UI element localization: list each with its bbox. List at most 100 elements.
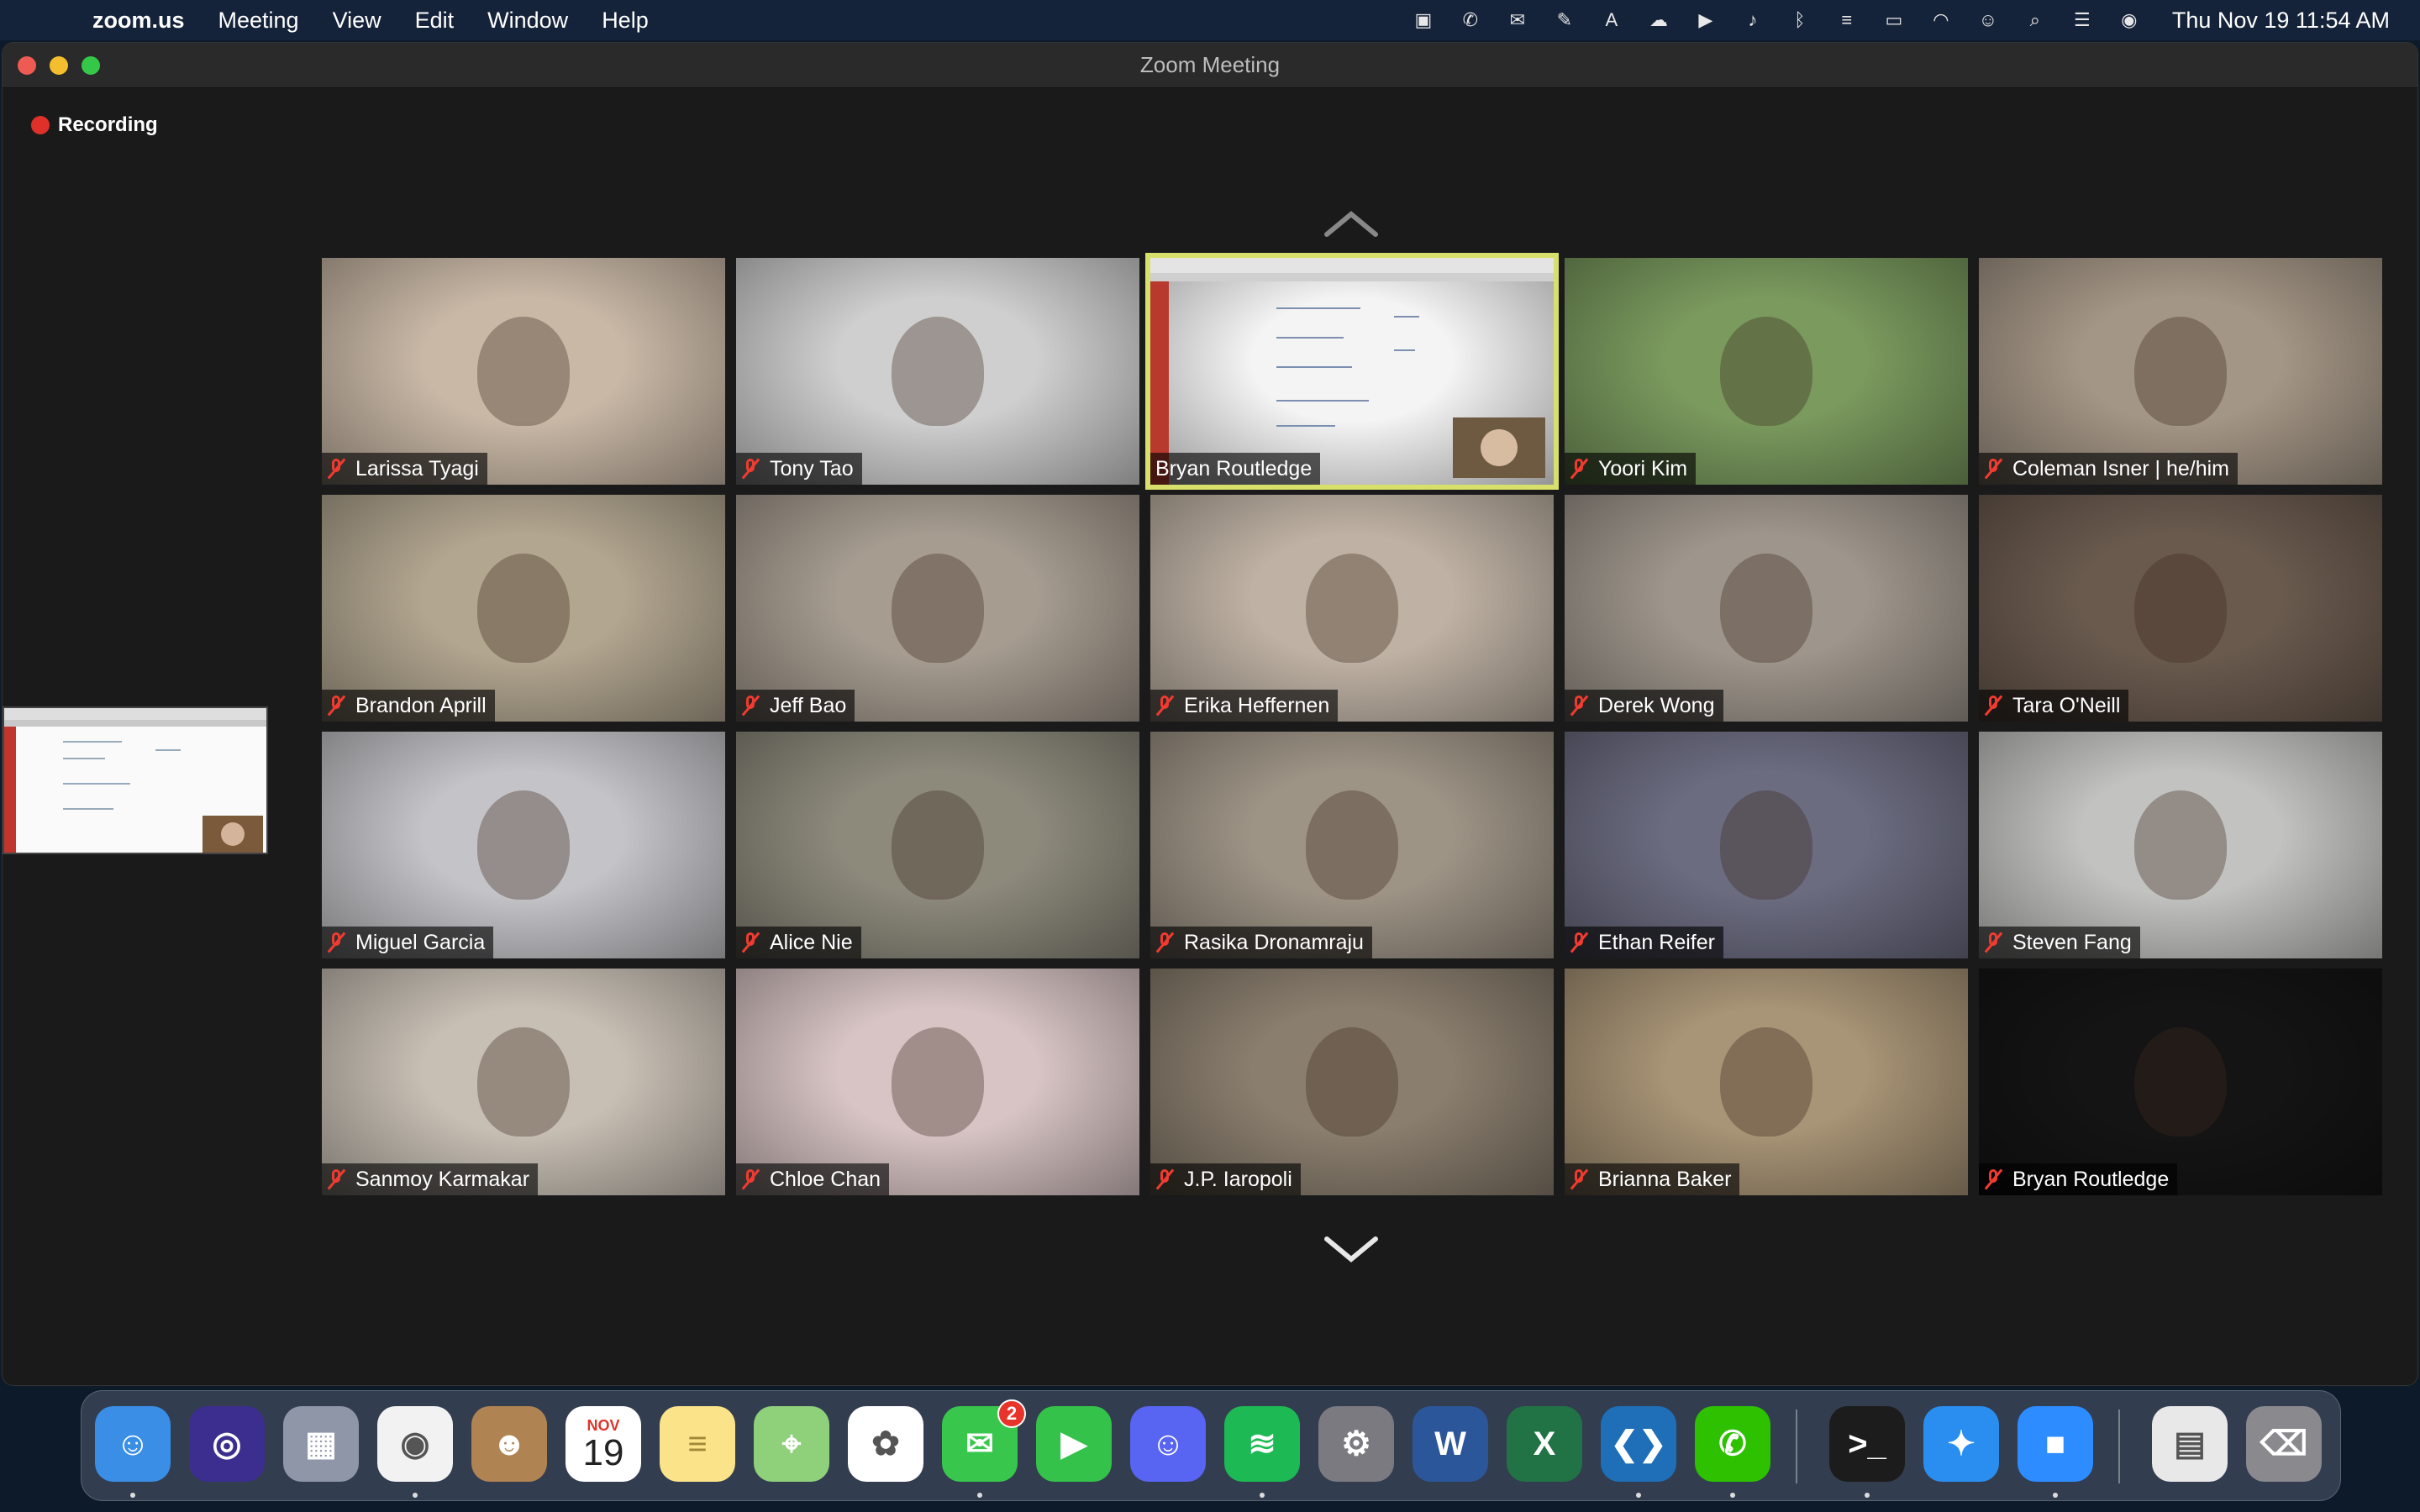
- safari-icon[interactable]: ✦: [1923, 1406, 1999, 1482]
- trash-icon[interactable]: ⌫: [2246, 1406, 2322, 1482]
- participant-tile[interactable]: Ethan Reifer: [1565, 732, 1968, 958]
- play-icon[interactable]: ▶: [1693, 9, 1718, 31]
- participant-tile[interactable]: Bryan Routledge: [1979, 969, 2382, 1195]
- notification-icon[interactable]: ✉: [1505, 9, 1530, 31]
- clock[interactable]: Thu Nov 19 11:54 AM: [2172, 8, 2390, 34]
- wifi-icon[interactable]: ◠: [1928, 9, 1954, 31]
- participant-name: Erika Heffernen: [1184, 693, 1330, 717]
- battery-icon[interactable]: ▭: [1881, 9, 1907, 31]
- person-silhouette: [2134, 554, 2227, 663]
- creative-cloud-icon[interactable]: ☁: [1646, 9, 1671, 31]
- messages-icon[interactable]: ✉ 2: [942, 1399, 1026, 1482]
- participant-tile[interactable]: Larissa Tyagi: [322, 258, 725, 485]
- user-icon[interactable]: ☺: [1975, 9, 2001, 31]
- participant-tile[interactable]: Jeff Bao: [736, 495, 1139, 722]
- adobe-icon[interactable]: A: [1599, 9, 1624, 31]
- calendar-icon[interactable]: NOV 19: [566, 1406, 641, 1482]
- control-center-icon[interactable]: ☰: [2070, 9, 2095, 31]
- us-flag-icon[interactable]: ≡: [1834, 9, 1860, 31]
- floating-share-thumbnail[interactable]: [3, 706, 268, 854]
- vscode-icon[interactable]: ❮❯: [1601, 1406, 1676, 1482]
- siri-icon[interactable]: ◉: [2117, 9, 2142, 31]
- archive-icon[interactable]: ▤: [2152, 1406, 2228, 1482]
- zoom-icon[interactable]: ■: [2018, 1406, 2093, 1482]
- script-icon[interactable]: ✎: [1552, 9, 1577, 31]
- muted-microphone-icon: [741, 695, 760, 717]
- page-up-chevron-icon[interactable]: [1322, 207, 1381, 241]
- minimize-button[interactable]: [50, 56, 68, 75]
- fullscreen-button[interactable]: [82, 56, 100, 75]
- participant-name: Rasika Dronamraju: [1184, 930, 1364, 954]
- participant-tile[interactable]: Tara O'Neill: [1979, 495, 2382, 722]
- siri-icon[interactable]: ◎: [189, 1406, 265, 1482]
- shared-screen-content: [1150, 258, 1554, 485]
- participant-tile[interactable]: Erika Heffernen: [1150, 495, 1554, 722]
- participant-tile[interactable]: Miguel Garcia: [322, 732, 725, 958]
- person-silhouette: [477, 1027, 570, 1137]
- participant-name-tag: J.P. Iaropoli: [1150, 1163, 1301, 1195]
- search-icon[interactable]: ⌕: [2023, 9, 2048, 31]
- finder-icon[interactable]: ☺: [95, 1406, 171, 1482]
- participant-tile[interactable]: J.P. Iaropoli: [1150, 969, 1554, 1195]
- participant-video: [1979, 258, 2382, 485]
- terminal-icon[interactable]: >_: [1829, 1406, 1905, 1482]
- excel-icon[interactable]: X: [1507, 1406, 1582, 1482]
- person-silhouette: [1720, 1027, 1812, 1137]
- wechat-icon[interactable]: ✆: [1695, 1406, 1770, 1482]
- participant-name: Tara O'Neill: [2012, 693, 2121, 717]
- close-button[interactable]: [18, 56, 36, 75]
- participant-tile[interactable]: Coleman Isner | he/him: [1979, 258, 2382, 485]
- wechat-icon[interactable]: ✆: [1458, 9, 1483, 31]
- discord-icon[interactable]: ☺: [1130, 1406, 1206, 1482]
- participant-video: [1565, 495, 1968, 722]
- participant-name-tag: Coleman Isner | he/him: [1979, 453, 2238, 485]
- menu-meeting[interactable]: Meeting: [218, 8, 299, 34]
- participant-tile[interactable]: Rasika Dronamraju: [1150, 732, 1554, 958]
- participant-name-tag: Steven Fang: [1979, 927, 2140, 958]
- facetime-icon[interactable]: ▶: [1036, 1406, 1112, 1482]
- page-down-chevron-icon[interactable]: [1322, 1232, 1381, 1266]
- participant-tile[interactable]: Tony Tao: [736, 258, 1139, 485]
- system-preferences-icon[interactable]: ⚙: [1318, 1406, 1394, 1482]
- participant-video: [1979, 495, 2382, 722]
- photos-icon[interactable]: ✿: [848, 1406, 923, 1482]
- menu-view[interactable]: View: [333, 8, 381, 34]
- window-title: Zoom Meeting: [1139, 52, 1281, 77]
- participant-tile[interactable]: Alice Nie: [736, 732, 1139, 958]
- muted-microphone-icon: [741, 458, 760, 480]
- participant-name-tag: Yoori Kim: [1565, 453, 1697, 485]
- muted-microphone-icon: [1570, 1168, 1588, 1190]
- recording-indicator[interactable]: Recording: [31, 113, 158, 137]
- menu-window[interactable]: Window: [487, 8, 568, 34]
- person-silhouette: [892, 317, 984, 426]
- title-bar: Zoom Meeting: [3, 43, 2417, 88]
- word-icon[interactable]: W: [1413, 1406, 1488, 1482]
- participant-video: [736, 732, 1139, 958]
- chrome-icon[interactable]: ◉: [377, 1406, 453, 1482]
- participant-tile[interactable]: Derek Wong: [1565, 495, 1968, 722]
- participant-video: [322, 258, 725, 485]
- spotify-icon[interactable]: ≋: [1224, 1406, 1300, 1482]
- participant-tile[interactable]: Brianna Baker: [1565, 969, 1968, 1195]
- participant-name: Chloe Chan: [770, 1167, 881, 1191]
- menu-edit[interactable]: Edit: [415, 8, 455, 34]
- contacts-icon[interactable]: ☻: [471, 1406, 547, 1482]
- app-menu[interactable]: zoom.us: [92, 8, 185, 34]
- menu-help[interactable]: Help: [602, 8, 649, 34]
- notes-icon[interactable]: ≡: [660, 1406, 735, 1482]
- participant-tile[interactable]: Yoori Kim: [1565, 258, 1968, 485]
- participant-tile[interactable]: Sanmoy Karmakar: [322, 969, 725, 1195]
- bluetooth-icon[interactable]: ᛒ: [1787, 9, 1812, 31]
- participant-tile[interactable]: Chloe Chan: [736, 969, 1139, 1195]
- participant-video: [322, 732, 725, 958]
- participant-tile[interactable]: Steven Fang: [1979, 732, 2382, 958]
- volume-icon[interactable]: ♪: [1740, 9, 1765, 31]
- participant-name-tag: Bryan Routledge: [1979, 1163, 2178, 1195]
- launchpad-icon[interactable]: ▦: [283, 1406, 359, 1482]
- participant-tile[interactable]: Brandon Aprill: [322, 495, 725, 722]
- participant-video: [736, 495, 1139, 722]
- muted-microphone-icon: [1155, 695, 1174, 717]
- maps-icon[interactable]: ⌖: [754, 1406, 829, 1482]
- participant-tile[interactable]: Bryan Routledge: [1145, 253, 1559, 490]
- screen-record-icon[interactable]: ▣: [1411, 9, 1436, 31]
